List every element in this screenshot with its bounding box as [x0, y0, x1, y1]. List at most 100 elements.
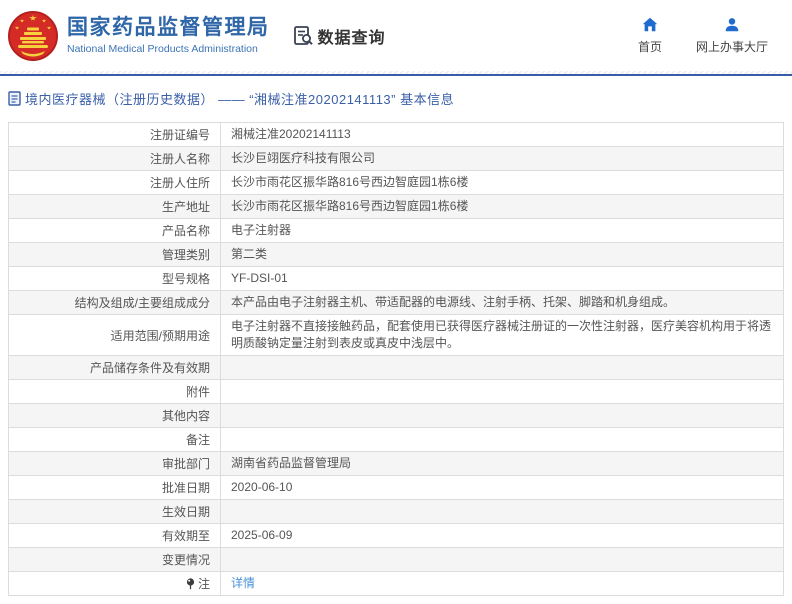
row-label: 生产地址: [161, 200, 210, 214]
table-row: 变更情况: [9, 548, 783, 572]
national-emblem-icon: [8, 10, 58, 61]
row-label-cell: 型号规格: [9, 267, 221, 290]
row-value: 本产品由电子注射器主机、带适配器的电源线、注射手柄、托架、脚踏和机身组成。: [231, 295, 676, 309]
detail-link[interactable]: 详情: [231, 575, 255, 592]
row-value: 电子注射器不直接接触药品，配套使用已获得医疗器械注册证的一次性注射器，医疗美容机…: [231, 319, 772, 350]
row-label-cell: 产品名称: [9, 219, 221, 242]
row-value-cell: 2020-06-10: [221, 476, 783, 499]
row-label: 注册证编号: [149, 128, 210, 142]
row-value: 长沙市雨花区振华路816号西边智庭园1栋6楼: [231, 175, 469, 189]
table-row: 批准日期 2020-06-10: [9, 476, 783, 500]
row-value-cell: 2025-06-09: [221, 524, 783, 547]
org-title-cn: 国家药品监督管理局: [67, 16, 270, 40]
row-value: YF-DSI-01: [231, 271, 288, 285]
row-label: 变更情况: [161, 553, 210, 567]
row-label-cell: 审批部门: [9, 452, 221, 475]
row-value-cell: 长沙市雨花区振华路816号西边智庭园1栋6楼: [221, 171, 783, 194]
row-value-cell: 湘械注准20202141113: [221, 123, 783, 146]
row-value-cell: 详情: [221, 572, 783, 595]
row-label-cell: 批准日期: [9, 476, 221, 499]
row-value: 长沙巨翊医疗科技有限公司: [231, 151, 376, 165]
row-label: 结构及组成/主要组成成分: [74, 296, 210, 310]
header: 国家药品监督管理局 National Medical Products Admi…: [0, 0, 792, 71]
table-row: 生效日期: [9, 500, 783, 524]
page-title: 境内医疗器械（注册历史数据） —— “湘械注准20202141113” 基本信息: [25, 92, 455, 107]
row-label-cell: 注册人名称: [9, 147, 221, 170]
row-label-cell: 变更情况: [9, 548, 221, 571]
row-value: 电子注射器: [231, 223, 292, 237]
row-label: 型号规格: [161, 272, 210, 286]
row-value-cell: [221, 404, 783, 427]
row-label: 批准日期: [161, 481, 210, 495]
row-label-cell: 产品储存条件及有效期: [9, 356, 221, 379]
note-pin-icon: [186, 577, 195, 589]
row-value-cell: [221, 500, 783, 523]
row-value-cell: 长沙市雨花区振华路816号西边智庭园1栋6楼: [221, 195, 783, 218]
row-value: 第二类: [231, 247, 268, 261]
breadcrumb: 境内医疗器械（注册历史数据） —— “湘械注准20202141113” 基本信息: [0, 76, 792, 120]
org-titles: 国家药品监督管理局 National Medical Products Admi…: [67, 16, 270, 54]
info-table: 注册证编号 湘械注准20202141113 注册人名称 长沙巨翊医疗科技有限公司 注册人…: [8, 122, 784, 596]
row-value-cell: 电子注射器: [221, 219, 783, 242]
row-label: 审批部门: [161, 457, 210, 471]
dataquery-section[interactable]: 数据查询: [292, 24, 386, 48]
table-row: 注册证编号 湘械注准20202141113: [9, 123, 783, 147]
table-row: 结构及组成/主要组成成分 本产品由电子注射器主机、带适配器的电源线、注射手柄、托架…: [9, 291, 783, 315]
row-label-cell: 适用范围/预期用途: [9, 315, 221, 355]
row-value-cell: 电子注射器不直接接触药品，配套使用已获得医疗器械注册证的一次性注射器，医疗美容机…: [221, 315, 783, 355]
row-value-cell: 第二类: [221, 243, 783, 266]
table-row: 注册人名称 长沙巨翊医疗科技有限公司: [9, 147, 783, 171]
table-row: 审批部门 湖南省药品监督管理局: [9, 452, 783, 476]
row-value-cell: [221, 428, 783, 451]
nav-item-label: 网上办事大厅: [695, 40, 768, 54]
table-row: 适用范围/预期用途 电子注射器不直接接触药品，配套使用已获得医疗器械注册证的一次性…: [9, 315, 783, 356]
table-row: 有效期至 2025-06-09: [9, 524, 783, 548]
dataquery-label: 数据查询: [317, 29, 386, 47]
row-label: 适用范围/预期用途: [110, 328, 210, 343]
nav-item-home[interactable]: 首页: [638, 16, 662, 55]
table-row: 产品名称 电子注射器: [9, 219, 783, 243]
row-value: 2025-06-09: [231, 528, 293, 542]
table-row: 管理类别 第二类: [9, 243, 783, 267]
row-label: 注: [197, 577, 210, 591]
row-label-cell: 注册人住所: [9, 171, 221, 194]
row-label: 有效期至: [161, 529, 210, 543]
row-label-cell: 备注: [9, 428, 221, 451]
row-value-cell: [221, 548, 783, 571]
table-row: 其他内容: [9, 404, 783, 428]
row-label: 其他内容: [161, 409, 210, 423]
row-label-cell: 结构及组成/主要组成成分: [9, 291, 221, 314]
row-value-cell: 湖南省药品监督管理局: [221, 452, 783, 475]
nav-item-service-hall[interactable]: 网上办事大厅: [696, 16, 768, 55]
table-row: 附件: [9, 380, 783, 404]
row-label-cell: 其他内容: [9, 404, 221, 427]
row-value: 长沙市雨花区振华路816号西边智庭园1栋6楼: [231, 199, 469, 213]
row-value-cell: 长沙巨翊医疗科技有限公司: [221, 147, 783, 170]
table-row: 产品储存条件及有效期: [9, 356, 783, 380]
table-row: 备注: [9, 428, 783, 452]
table-row: 注 详情: [9, 572, 783, 596]
row-label: 注册人名称: [149, 152, 210, 166]
row-value-cell: [221, 380, 783, 403]
row-label-cell: 注: [9, 572, 221, 595]
row-value: 湖南省药品监督管理局: [231, 456, 352, 470]
row-value: 2020-06-10: [231, 480, 293, 494]
row-label-cell: 生产地址: [9, 195, 221, 218]
row-label: 产品名称: [161, 224, 210, 238]
org-title-en: National Medical Products Administration: [67, 42, 258, 55]
row-value-cell: [221, 356, 783, 379]
row-value: 湘械注准20202141113: [231, 127, 351, 141]
header-nav: 首页 网上办事大厅: [638, 16, 768, 55]
table-row: 型号规格 YF-DSI-01: [9, 267, 783, 291]
row-label: 备注: [185, 433, 210, 447]
row-value-cell: 本产品由电子注射器主机、带适配器的电源线、注射手柄、托架、脚踏和机身组成。: [221, 291, 783, 314]
row-label: 附件: [185, 385, 210, 399]
row-label: 产品储存条件及有效期: [89, 361, 210, 375]
site-logo[interactable]: 国家药品监督管理局 National Medical Products Admi…: [8, 10, 270, 61]
home-icon: [642, 17, 658, 32]
row-label: 注册人住所: [149, 176, 210, 190]
row-label-cell: 附件: [9, 380, 221, 403]
row-label: 管理类别: [161, 248, 210, 262]
row-value-cell: YF-DSI-01: [221, 267, 783, 290]
row-label-cell: 有效期至: [9, 524, 221, 547]
